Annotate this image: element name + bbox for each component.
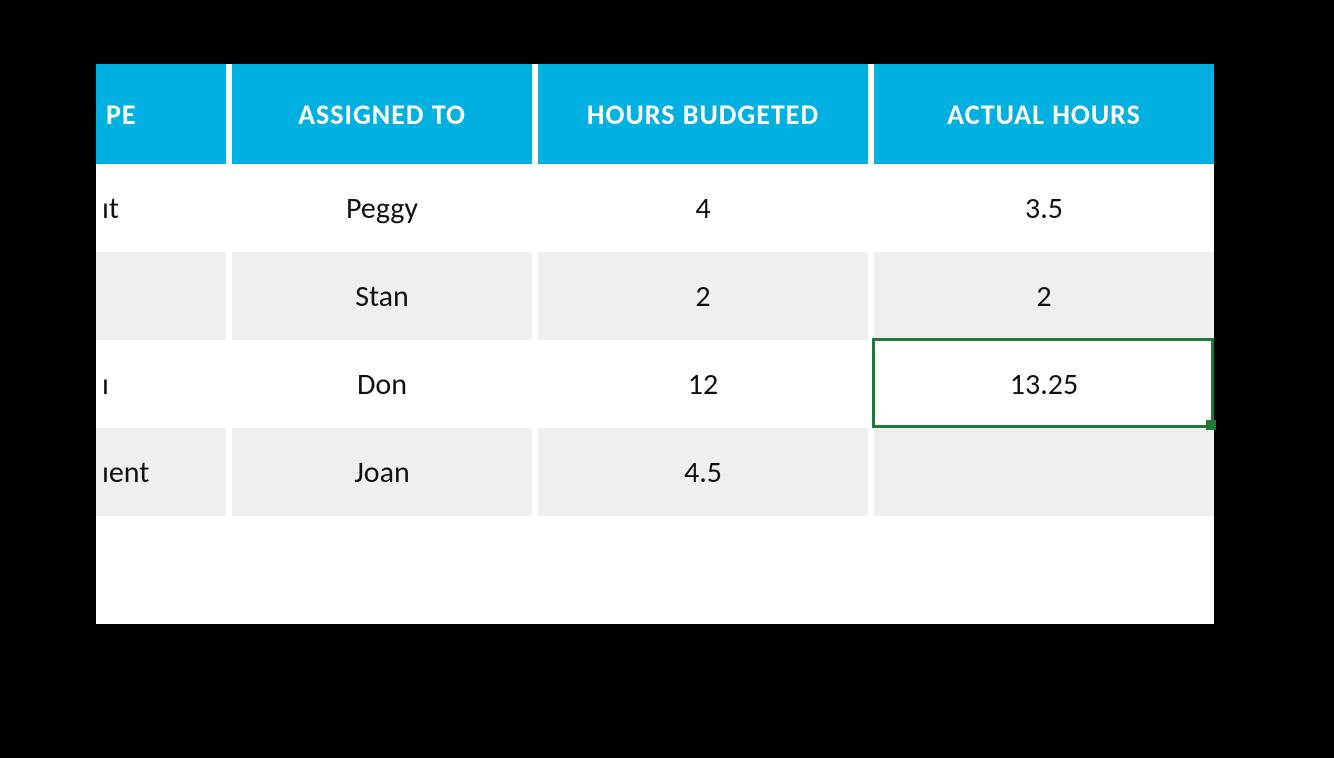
cell-type[interactable]	[96, 252, 232, 340]
worksheet-panel: PE ASSIGNED TO HOURS BUDGETED ACTUAL HOU…	[96, 64, 1214, 624]
table-row-empty	[96, 516, 1214, 604]
cell-assigned[interactable]: Stan	[232, 252, 538, 340]
cell-actual[interactable]: 3.5	[874, 164, 1214, 252]
table-row: ıt Peggy 4 3.5	[96, 164, 1214, 252]
cell-type[interactable]: ıent	[96, 428, 232, 516]
header-assigned[interactable]: ASSIGNED TO	[232, 64, 538, 164]
cell-type[interactable]: ıt	[96, 164, 232, 252]
cell-budgeted[interactable]: 2	[538, 252, 874, 340]
table-row: Stan 2 2	[96, 252, 1214, 340]
header-actual[interactable]: ACTUAL HOURS	[874, 64, 1214, 164]
cell-assigned[interactable]: Peggy	[232, 164, 538, 252]
header-type[interactable]: PE	[96, 64, 232, 164]
table-row: ı Don 12 13.25	[96, 340, 1214, 428]
table-header-row: PE ASSIGNED TO HOURS BUDGETED ACTUAL HOU…	[96, 64, 1214, 164]
cell-assigned[interactable]	[232, 516, 538, 604]
cell-budgeted[interactable]	[538, 516, 874, 604]
cell-type[interactable]: ı	[96, 340, 232, 428]
cell-budgeted[interactable]: 12	[538, 340, 874, 428]
table-row: ıent Joan 4.5	[96, 428, 1214, 516]
cell-assigned[interactable]: Joan	[232, 428, 538, 516]
cell-actual[interactable]	[874, 516, 1214, 604]
hours-table: PE ASSIGNED TO HOURS BUDGETED ACTUAL HOU…	[96, 64, 1214, 604]
cell-assigned[interactable]: Don	[232, 340, 538, 428]
cell-actual[interactable]: 2	[874, 252, 1214, 340]
cell-budgeted[interactable]: 4	[538, 164, 874, 252]
cell-actual[interactable]: 13.25	[874, 340, 1214, 428]
cell-type[interactable]	[96, 516, 232, 604]
cell-actual[interactable]	[874, 428, 1214, 516]
header-budgeted[interactable]: HOURS BUDGETED	[538, 64, 874, 164]
cell-budgeted[interactable]: 4.5	[538, 428, 874, 516]
